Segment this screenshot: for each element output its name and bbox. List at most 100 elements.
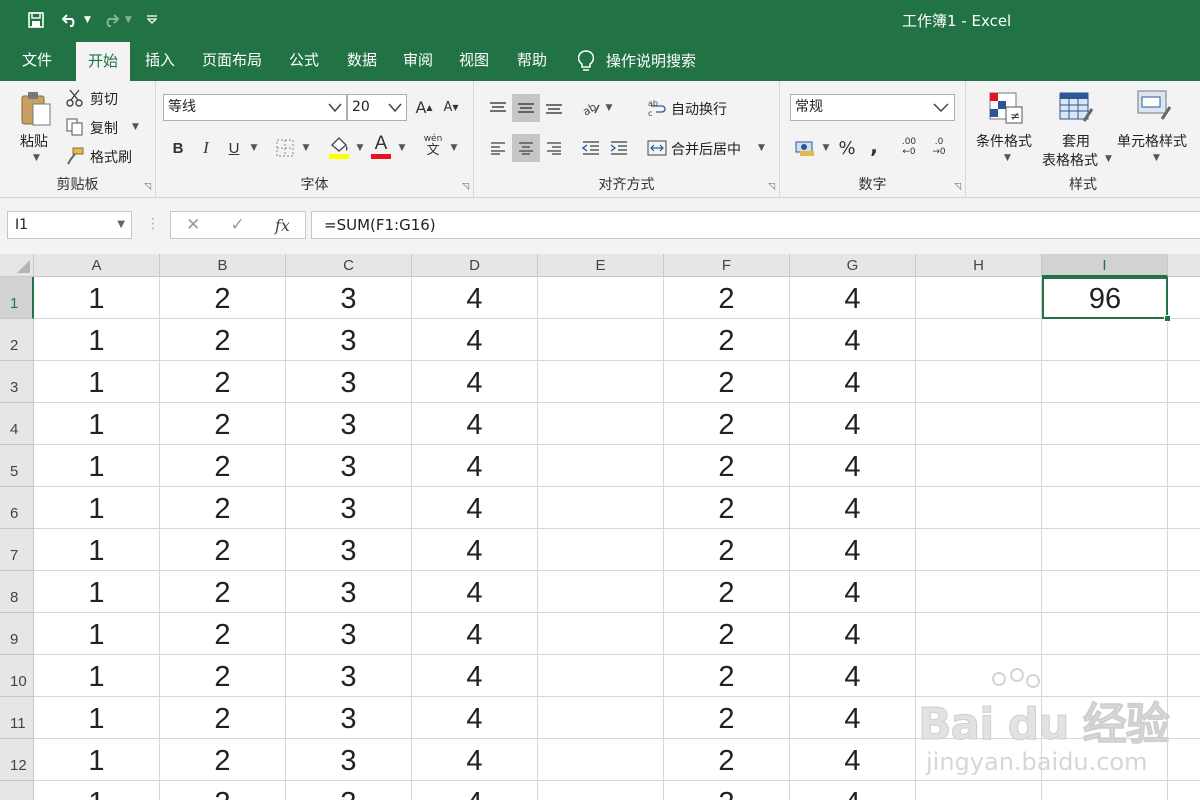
format-painter-label[interactable]: 格式刷: [90, 147, 132, 167]
cell-i12[interactable]: [1042, 739, 1168, 781]
cell-g9[interactable]: 4: [790, 613, 916, 655]
cell-styles-icon[interactable]: [1136, 89, 1172, 123]
cell-g5[interactable]: 4: [790, 445, 916, 487]
cell-g12[interactable]: 4: [790, 739, 916, 781]
cell-i7[interactable]: [1042, 529, 1168, 571]
percent-button[interactable]: %: [836, 135, 858, 161]
enter-icon[interactable]: ✓: [231, 215, 245, 235]
cell-g1[interactable]: 4: [790, 277, 916, 319]
cell-b6[interactable]: 2: [160, 487, 286, 529]
cell-h4[interactable]: [916, 403, 1042, 445]
copy-icon[interactable]: [66, 118, 84, 136]
cell-b13[interactable]: 2: [160, 781, 286, 800]
align-bottom-icon[interactable]: [540, 94, 568, 122]
cell[interactable]: [1168, 613, 1200, 655]
paste-label[interactable]: 粘贴: [20, 131, 48, 151]
cell-h2[interactable]: [916, 319, 1042, 361]
conditional-dropdown-icon[interactable]: ▼: [1004, 153, 1011, 163]
formula-bar-grip[interactable]: ⋮: [146, 216, 160, 232]
fill-color-icon[interactable]: [326, 133, 352, 161]
column-header-c[interactable]: C: [286, 254, 412, 277]
undo-icon[interactable]: [56, 8, 84, 32]
cell-h13[interactable]: [916, 781, 1042, 800]
cell[interactable]: [1168, 529, 1200, 571]
tab-insert[interactable]: 插入: [134, 40, 186, 81]
cell-i11[interactable]: [1042, 697, 1168, 739]
cell-i9[interactable]: [1042, 613, 1168, 655]
phonetic-dropdown-icon[interactable]: ▼: [448, 135, 460, 161]
cell-b7[interactable]: 2: [160, 529, 286, 571]
cell-c2[interactable]: 3: [286, 319, 412, 361]
accounting-format-icon[interactable]: [792, 135, 820, 161]
increase-decimal-button[interactable]: .00 ←0: [896, 133, 922, 161]
row-header[interactable]: 9: [0, 613, 34, 655]
cell-d9[interactable]: 4: [412, 613, 538, 655]
row-header[interactable]: 4: [0, 403, 34, 445]
accounting-dropdown-icon[interactable]: ▼: [821, 135, 831, 161]
cell-f9[interactable]: 2: [664, 613, 790, 655]
column-header-h[interactable]: H: [916, 254, 1042, 277]
align-left-icon[interactable]: [484, 134, 512, 162]
bold-button[interactable]: B: [166, 135, 190, 161]
cell-a1[interactable]: 1: [34, 277, 160, 319]
cell[interactable]: [1168, 445, 1200, 487]
conditional-formatting-label[interactable]: 条件格式: [976, 131, 1032, 151]
format-painter-icon[interactable]: [66, 147, 84, 165]
cell-h8[interactable]: [916, 571, 1042, 613]
cell-b5[interactable]: 2: [160, 445, 286, 487]
cell-c1[interactable]: 3: [286, 277, 412, 319]
cell-h1[interactable]: [916, 277, 1042, 319]
tab-help[interactable]: 帮助: [506, 40, 558, 81]
cell-f13[interactable]: 2: [664, 781, 790, 800]
cell-g7[interactable]: 4: [790, 529, 916, 571]
cell-d13[interactable]: 4: [412, 781, 538, 800]
row-header[interactable]: 3: [0, 361, 34, 403]
comma-button[interactable]: ,: [864, 133, 884, 159]
cell[interactable]: [1168, 697, 1200, 739]
cell-a4[interactable]: 1: [34, 403, 160, 445]
cell-f7[interactable]: 2: [664, 529, 790, 571]
tab-file[interactable]: 文件: [10, 40, 64, 81]
merge-center-label[interactable]: 合并后居中: [671, 139, 741, 159]
paste-dropdown-icon[interactable]: ▼: [33, 153, 40, 163]
format-as-table-label-1[interactable]: 套用: [1062, 131, 1090, 151]
cell-b4[interactable]: 2: [160, 403, 286, 445]
cell[interactable]: [1168, 655, 1200, 697]
cell-b11[interactable]: 2: [160, 697, 286, 739]
format-as-table-icon[interactable]: [1058, 91, 1094, 125]
cell-h12[interactable]: [916, 739, 1042, 781]
decrease-indent-icon[interactable]: [578, 134, 604, 162]
cell-a6[interactable]: 1: [34, 487, 160, 529]
cell-f1[interactable]: 2: [664, 277, 790, 319]
cell-styles-dropdown-icon[interactable]: ▼: [1153, 153, 1160, 163]
row-header[interactable]: 1: [0, 277, 34, 319]
cell-a12[interactable]: 1: [34, 739, 160, 781]
cell[interactable]: [1168, 487, 1200, 529]
cell-f5[interactable]: 2: [664, 445, 790, 487]
undo-dropdown-icon[interactable]: ▼: [84, 15, 91, 25]
row-header[interactable]: 2: [0, 319, 34, 361]
fill-color-dropdown-icon[interactable]: ▼: [354, 135, 366, 161]
tab-view[interactable]: 视图: [448, 40, 500, 81]
decrease-decimal-button[interactable]: .0 →0: [926, 133, 952, 161]
cell-g4[interactable]: 4: [790, 403, 916, 445]
cell-e1[interactable]: [538, 277, 664, 319]
cell-a8[interactable]: 1: [34, 571, 160, 613]
cell-h3[interactable]: [916, 361, 1042, 403]
formula-input[interactable]: =SUM(F1:G16): [311, 211, 1200, 239]
cell-c6[interactable]: 3: [286, 487, 412, 529]
cell-f12[interactable]: 2: [664, 739, 790, 781]
cell-g3[interactable]: 4: [790, 361, 916, 403]
cell-a10[interactable]: 1: [34, 655, 160, 697]
tab-review[interactable]: 审阅: [392, 40, 444, 81]
tab-formulas[interactable]: 公式: [278, 40, 330, 81]
cell-c8[interactable]: 3: [286, 571, 412, 613]
cell-g11[interactable]: 4: [790, 697, 916, 739]
cell-h7[interactable]: [916, 529, 1042, 571]
cell-b2[interactable]: 2: [160, 319, 286, 361]
cell-b1[interactable]: 2: [160, 277, 286, 319]
cell-a3[interactable]: 1: [34, 361, 160, 403]
row-header[interactable]: 13: [0, 781, 34, 800]
cell-h5[interactable]: [916, 445, 1042, 487]
redo-icon[interactable]: [97, 8, 125, 32]
